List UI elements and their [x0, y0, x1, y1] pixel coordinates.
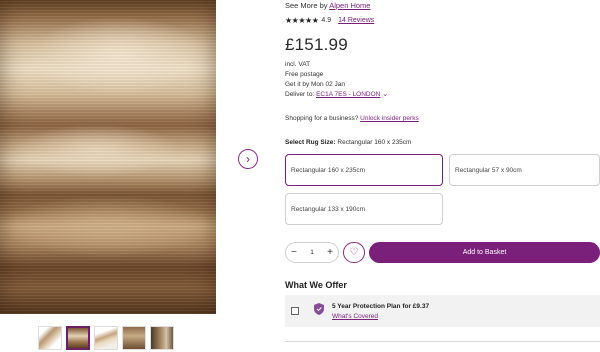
business-perks: Shopping for a business? Unlock insider … — [285, 115, 419, 122]
size-option-57x90[interactable]: Rectangular 57 x 90cm — [449, 154, 600, 186]
size-selected-value: Rectangular 160 x 235cm — [337, 139, 412, 146]
thumbnail-3[interactable] — [94, 326, 118, 350]
rating-value: 4.9 — [321, 17, 332, 24]
thumbnail-4[interactable] — [122, 326, 146, 350]
star-rating-icon: ★★★★★ — [285, 16, 319, 25]
deliver-to-label: Deliver to: — [285, 91, 315, 98]
price: £151.99 — [285, 35, 348, 54]
protection-plan-box: 5 Year Protection Plan for £9.37 What's … — [285, 295, 600, 327]
size-option-133x190[interactable]: Rectangular 133 x 190cm — [285, 193, 443, 225]
product-main-image[interactable] — [0, 0, 216, 314]
size-option-label: Rectangular 133 x 190cm — [291, 205, 366, 213]
size-option-label: Rectangular 160 x 235cm — [291, 166, 366, 174]
size-label: Select Rug Size: Rectangular 160 x 235cm — [285, 139, 411, 146]
postage-note: Free postage — [285, 71, 324, 78]
size-label-title: Select Rug Size: — [285, 139, 336, 146]
delivery-date: Get it by Mon 02 Jan — [285, 81, 345, 88]
divider — [285, 341, 600, 342]
quantity-value[interactable]: 1 — [310, 249, 314, 256]
add-to-basket-button[interactable]: Add to Basket — [369, 242, 600, 263]
thumbnail-strip — [38, 326, 174, 350]
see-more-prefix: See More by — [285, 1, 328, 10]
thumbnail-5[interactable] — [150, 326, 174, 350]
deliver-to: Deliver to: EC1A 7ES - LONDON ⌄ — [285, 90, 388, 100]
insider-perks-link[interactable]: Unlock insider perks — [360, 115, 419, 122]
offer-title: What We Offer — [285, 280, 347, 290]
thumbnail-1[interactable] — [38, 326, 62, 350]
quantity-stepper: − 1 + — [285, 242, 339, 263]
chevron-right-icon: › — [246, 152, 250, 166]
heart-icon: ♡ — [349, 247, 359, 258]
brand-link[interactable]: Alpen Home — [329, 1, 370, 10]
vat-note: incl. VAT — [285, 61, 311, 68]
protection-plan-checkbox[interactable] — [291, 307, 299, 315]
business-text: Shopping for a business? — [285, 115, 359, 122]
chevron-down-icon[interactable]: ⌄ — [382, 91, 388, 98]
delivery-info: incl. VAT Free postage Get it by Mon 02 … — [285, 60, 388, 100]
see-more-line: See More by Alpen Home — [285, 1, 370, 10]
wishlist-button[interactable]: ♡ — [343, 242, 365, 263]
deliver-to-location-link[interactable]: EC1A 7ES - LONDON — [316, 91, 380, 98]
shield-icon — [314, 303, 324, 315]
size-option-label: Rectangular 57 x 90cm — [455, 166, 522, 174]
rating-row: ★★★★★ 4.9 14 Reviews — [285, 16, 374, 25]
next-image-button[interactable]: › — [238, 149, 258, 169]
thumbnail-2[interactable] — [66, 326, 90, 350]
size-option-160x235[interactable]: Rectangular 160 x 235cm — [285, 154, 443, 186]
decrease-quantity-button[interactable]: − — [291, 247, 297, 258]
reviews-link[interactable]: 14 Reviews — [338, 17, 374, 24]
increase-quantity-button[interactable]: + — [327, 247, 333, 258]
protection-plan-title: 5 Year Protection Plan for £9.37 — [332, 303, 430, 310]
whats-covered-link[interactable]: What's Covered — [332, 313, 378, 320]
